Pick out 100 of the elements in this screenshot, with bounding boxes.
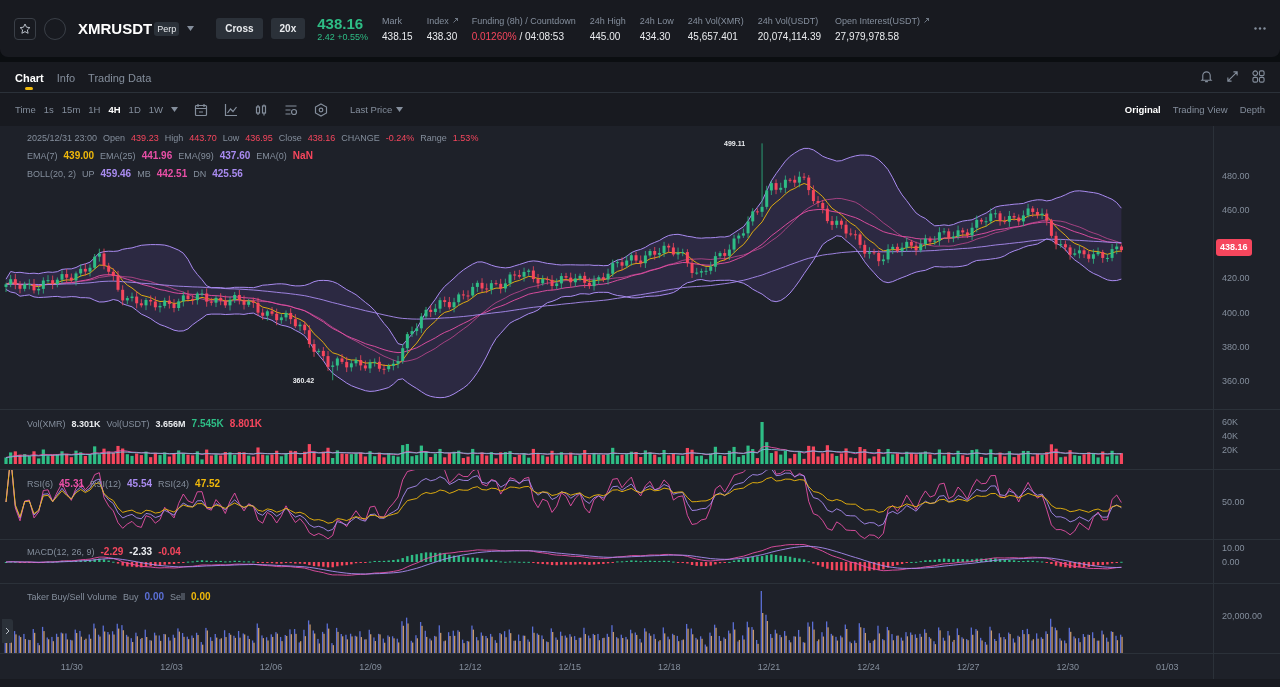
legend-label: BOLL(20, 2): [27, 168, 77, 179]
stat-label: Funding (8h) / Countdown: [471, 15, 576, 26]
interval-option[interactable]: 1W: [148, 104, 163, 115]
legend-label: EMA(7): [27, 150, 58, 161]
calendar-icon[interactable]: [194, 102, 208, 117]
legend-label: High: [164, 133, 184, 143]
legend-value: 47.52: [195, 478, 221, 489]
indicator-settings-icon[interactable]: [284, 102, 298, 117]
interval-option[interactable]: 1D: [128, 104, 141, 115]
axis-label: 0.00: [1222, 556, 1240, 568]
stat-value: 438.15: [382, 30, 413, 42]
axis-label: 460.00: [1222, 204, 1250, 217]
view-option[interactable]: Trading View: [1172, 104, 1228, 115]
legend-label: MB: [137, 168, 151, 179]
tab[interactable]: Info: [56, 72, 76, 92]
time-axis-label: 12/03: [159, 661, 184, 672]
stat-value: 438.30: [426, 30, 458, 42]
legend-value: NaN: [292, 150, 313, 161]
current-price-tag: 438.16: [1216, 239, 1252, 257]
contract-badge: Perp: [154, 21, 180, 36]
stat-label: Index: [426, 15, 449, 26]
candles-icon[interactable]: [254, 102, 268, 117]
axis-label: 20,000.00: [1222, 610, 1263, 622]
time-axis-label: 12/21: [756, 661, 782, 672]
interval-option[interactable]: Time: [15, 104, 36, 115]
grid-icon[interactable]: [1252, 70, 1265, 83]
axis-label: 380.00: [1222, 340, 1250, 353]
legend-value: 436.95: [245, 133, 273, 143]
view-option[interactable]: Depth: [1239, 104, 1265, 115]
time-axis-label: 12/18: [657, 661, 682, 672]
tab[interactable]: Chart: [15, 72, 44, 92]
leverage-button[interactable]: 20x: [270, 18, 306, 39]
legend-value: 439.23: [131, 133, 159, 143]
interval-option[interactable]: 4H: [108, 104, 121, 115]
hexagon-settings-icon[interactable]: [314, 102, 328, 117]
axis-label: 420.00: [1222, 272, 1250, 285]
axis-label: 60K: [1222, 416, 1238, 428]
external-link-icon[interactable]: [924, 18, 930, 23]
axis-label: 50.00: [1222, 496, 1245, 508]
caret-icon[interactable]: [171, 107, 178, 112]
time-axis-label: 12/15: [557, 661, 583, 672]
caret-icon: [396, 107, 404, 112]
line-chart-icon[interactable]: [224, 102, 238, 117]
legend-label: Taker Buy/Sell Volume: [27, 591, 118, 602]
legend-value: -0.04: [158, 546, 181, 557]
price-change: 2.42 +0.55%: [317, 32, 369, 42]
interval-option[interactable]: 1H: [88, 104, 101, 115]
caret-icon[interactable]: [187, 26, 195, 31]
bell-icon[interactable]: [1200, 70, 1213, 83]
legend-label: RSI(6): [27, 478, 53, 489]
star-icon: [19, 22, 31, 35]
legend-label: Close: [278, 133, 302, 143]
legend-value: 45.31: [59, 478, 85, 489]
time-axis-label: 12/12: [457, 661, 483, 672]
legend-value: 1.53%: [452, 133, 479, 143]
stat-label: 24h Vol(USDT): [757, 15, 819, 26]
stat-label: Mark: [382, 15, 403, 26]
time-axis-label: 11/30: [59, 661, 84, 672]
legend-label: Vol(XMR): [27, 418, 66, 429]
expand-panel-button[interactable]: [2, 619, 13, 643]
external-link-icon[interactable]: [452, 18, 458, 23]
legend-value: 8.301K: [71, 418, 101, 429]
legend-label: Sell: [170, 591, 186, 602]
legend-label: MACD(12, 26, 9): [27, 546, 95, 557]
stat-value: 27,979,978.58: [835, 30, 900, 42]
candle-timestamp: 2025/12/31 23:00: [27, 133, 98, 143]
axis-label: 480.00: [1222, 170, 1250, 182]
legend-value: -2.33: [129, 546, 153, 557]
interval-option[interactable]: 1s: [43, 104, 54, 115]
stat-label: 24h Vol(XMR): [687, 15, 744, 26]
interval-option[interactable]: 15m: [61, 104, 81, 115]
margin-mode-button[interactable]: Cross: [216, 18, 263, 39]
legend-label: EMA(99): [178, 150, 214, 161]
legend-label: CHANGE: [341, 133, 380, 143]
tab[interactable]: Trading Data: [88, 72, 152, 92]
stat-label: 24h High: [589, 15, 626, 26]
stat-value: 445.00: [589, 30, 622, 42]
expand-icon[interactable]: [1226, 70, 1239, 83]
legend-value: 459.46: [100, 168, 132, 179]
favorite-button[interactable]: [14, 17, 36, 40]
legend-label: DN: [193, 168, 207, 179]
time-axis-label: 01/03: [1155, 661, 1180, 672]
stat-value: 45,657.401: [687, 30, 739, 42]
stat-value: 434.30: [639, 30, 672, 42]
more-icon[interactable]: [1254, 27, 1266, 30]
axis-label: 360.00: [1222, 374, 1250, 387]
legend-label: Buy: [123, 591, 139, 602]
symbol-name[interactable]: XMRUSDT: [78, 20, 153, 37]
legend-label: RSI(24): [158, 478, 190, 489]
legend-value: 442.51: [156, 168, 188, 179]
time-axis-label: 12/06: [258, 661, 284, 672]
axis-label: 20K: [1222, 444, 1238, 456]
view-option[interactable]: Original: [1124, 104, 1161, 115]
legend-value: -2.29: [100, 546, 124, 557]
chevron-right-icon: [5, 627, 10, 635]
legend-value: -0.24%: [385, 133, 415, 143]
time-axis-label: 12/27: [955, 661, 981, 672]
stat-label: 24h Low: [639, 15, 674, 26]
legend-value: 437.60: [219, 150, 251, 161]
price-type-dropdown[interactable]: Last Price: [344, 103, 410, 116]
